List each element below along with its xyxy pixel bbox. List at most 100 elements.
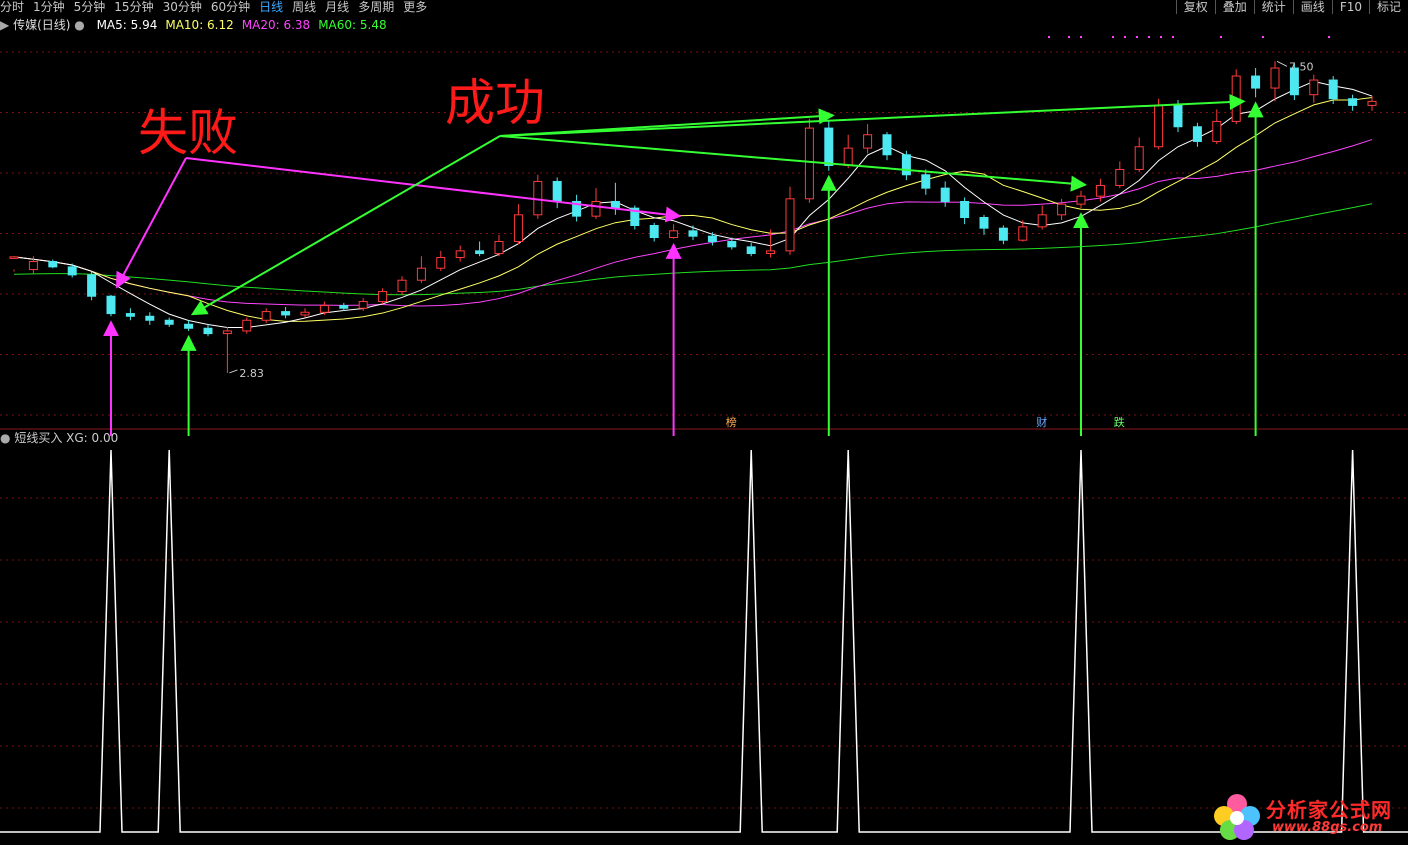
candle-body xyxy=(1095,184,1105,197)
signal-dot xyxy=(1148,36,1150,38)
candle-body xyxy=(436,257,446,269)
candle-body xyxy=(921,174,931,189)
candle-body xyxy=(960,200,970,218)
candle-body xyxy=(222,330,232,335)
candle-body xyxy=(125,313,135,317)
candle-body xyxy=(785,198,795,252)
candle-body xyxy=(106,295,116,315)
signal-dot xyxy=(1160,36,1162,38)
signal-dot xyxy=(1124,36,1126,38)
signal-dot xyxy=(1136,36,1138,38)
candle-body xyxy=(979,216,989,229)
signal-dot xyxy=(1220,36,1222,38)
candle-body xyxy=(1328,79,1338,100)
logo-name: 分析家公式网 xyxy=(1266,798,1392,822)
candle-body xyxy=(766,250,776,255)
candle-body xyxy=(1309,79,1319,96)
high-pointer xyxy=(1276,60,1288,67)
low-pointer xyxy=(229,369,238,374)
event-marker: 跌 xyxy=(1114,415,1125,429)
candle-body xyxy=(863,134,873,149)
candle-body xyxy=(9,256,19,259)
candle-body xyxy=(1192,126,1202,142)
candle-body xyxy=(28,261,38,271)
candle-body xyxy=(1057,203,1067,216)
signal-dot xyxy=(1328,36,1330,38)
candle-body xyxy=(319,305,329,313)
signal-dot xyxy=(1048,36,1050,38)
candle-body xyxy=(48,261,58,268)
candle-body xyxy=(1251,75,1261,89)
candle-body xyxy=(455,250,465,259)
signal-dot xyxy=(1262,36,1264,38)
candle-body xyxy=(67,266,77,276)
candle-body xyxy=(494,241,504,255)
success-label: 成功 xyxy=(445,74,545,132)
candle-body xyxy=(1018,226,1028,241)
fail-arrow xyxy=(116,157,187,289)
candle-body xyxy=(475,250,485,255)
candle-body xyxy=(1270,67,1280,89)
candle-body xyxy=(727,241,737,248)
candle-body xyxy=(378,291,388,303)
candle-body xyxy=(707,235,717,243)
candle-body xyxy=(164,319,174,325)
candle-body xyxy=(145,315,155,321)
low-label: 2.83 xyxy=(239,367,264,380)
candle-body xyxy=(1134,146,1144,170)
success-arrow xyxy=(190,135,501,316)
success-arrow xyxy=(499,94,1246,137)
candle-body xyxy=(552,180,562,202)
candle-body xyxy=(610,200,620,209)
candle-body xyxy=(1367,100,1377,106)
candle-body xyxy=(87,274,97,297)
candle-body xyxy=(416,267,426,281)
candle-body xyxy=(339,305,349,309)
logo-url: www.88gs.com xyxy=(1272,820,1383,835)
flower-logo-icon xyxy=(1214,794,1260,840)
candle-body xyxy=(1115,168,1125,186)
ma20-line xyxy=(13,139,1373,307)
candle-body xyxy=(1348,98,1358,106)
candle-body xyxy=(261,311,271,321)
fail-arrow xyxy=(185,157,682,223)
candle-body xyxy=(397,279,407,293)
event-marker: 财 xyxy=(1036,415,1047,429)
candle-body xyxy=(358,301,368,309)
candle-body xyxy=(513,214,523,243)
candle-body xyxy=(843,147,853,166)
candle-body xyxy=(300,311,310,316)
candle-body xyxy=(1076,195,1086,205)
candle-body xyxy=(184,323,194,329)
candle-body xyxy=(281,311,291,316)
candle-body xyxy=(688,230,698,237)
candle-body xyxy=(804,127,814,200)
xg-signal-line xyxy=(0,449,1408,833)
site-logo: 分析家公式网 www.88gs.com xyxy=(1210,790,1408,842)
signal-dot xyxy=(1172,36,1174,38)
high-label: 7.50 xyxy=(1289,60,1314,73)
event-marker: 榜 xyxy=(726,415,737,429)
candle-body xyxy=(591,200,601,217)
candle-body xyxy=(901,154,911,176)
candle-body xyxy=(669,230,679,239)
candle-body xyxy=(1212,120,1222,142)
kline-chart[interactable]: 7.50 2.83 榜 财 跌 失败 成功 xyxy=(0,0,1408,845)
signal-dot xyxy=(1112,36,1114,38)
candle-body xyxy=(882,134,892,156)
signal-dot xyxy=(1068,36,1070,38)
candle-body xyxy=(1037,214,1047,228)
candle-body xyxy=(242,319,252,332)
success-arrow xyxy=(499,135,1087,192)
fail-label: 失败 xyxy=(138,104,238,162)
candle-body xyxy=(824,127,834,166)
candle-body xyxy=(1154,104,1164,148)
candle-body xyxy=(649,225,659,239)
candle-body xyxy=(1173,104,1183,128)
signal-dot xyxy=(1080,36,1082,38)
candle-body xyxy=(940,187,950,202)
candle-body xyxy=(1231,75,1241,122)
candle-body xyxy=(746,246,756,255)
candle-body xyxy=(998,227,1008,241)
ma60-line xyxy=(13,203,1373,296)
